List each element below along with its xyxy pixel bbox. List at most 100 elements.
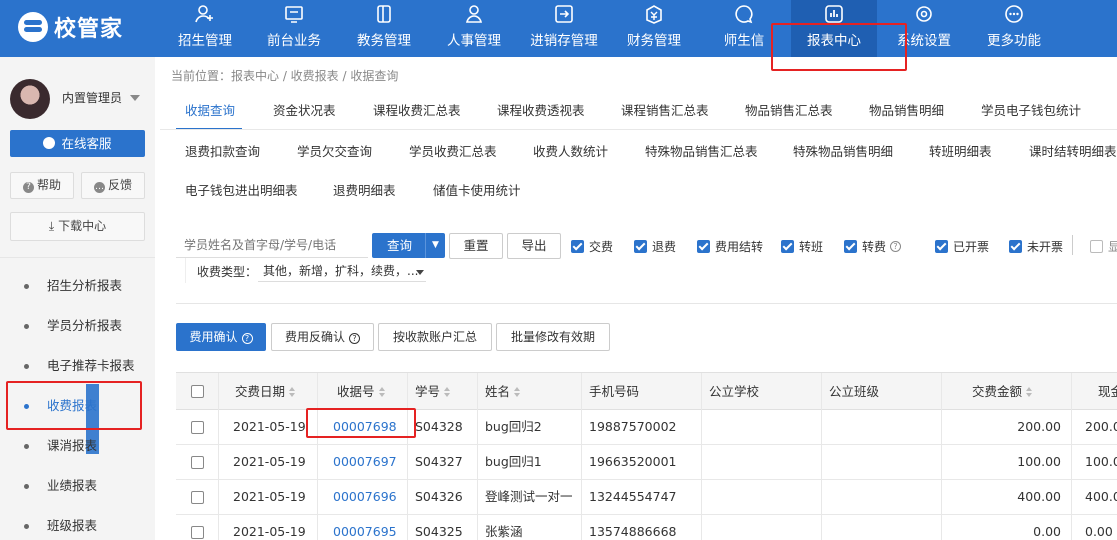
sidebar-item-enrollment-report[interactable]: 招生分析报表 <box>0 266 155 306</box>
tab-ewallet-flow[interactable]: 电子钱包进出明细表 <box>185 178 298 204</box>
tab-item-sales-summary[interactable]: 物品销售汇总表 <box>745 98 833 124</box>
row-checkbox[interactable] <box>191 491 204 504</box>
cell-date: 2021-05-19 <box>233 524 306 539</box>
cell-date: 2021-05-19 <box>233 419 306 434</box>
top-nav-bar: 校管家 招生管理 前台业务 教务管理 人事管理 进销存管理 财务管理 师生信 报… <box>0 0 1117 57</box>
nav-item-hr[interactable]: 人事管理 <box>431 0 517 57</box>
col-receipt[interactable]: 收据号 <box>337 373 386 410</box>
fee-confirm-label: 费用确认 <box>189 330 238 344</box>
chevron-down-icon[interactable] <box>130 95 140 101</box>
select-all-checkbox[interactable] <box>191 385 204 398</box>
tab-stored-card-stats[interactable]: 储值卡使用统计 <box>433 178 521 204</box>
tab-fund-status[interactable]: 资金状况表 <box>273 98 336 124</box>
cell-receipt-link[interactable]: 00007695 <box>333 515 397 540</box>
tab-refund-detail[interactable]: 退费明细表 <box>333 178 396 204</box>
batch-edit-validity-button[interactable]: 批量修改有效期 <box>496 323 610 351</box>
nav-item-finance[interactable]: 财务管理 <box>611 0 697 57</box>
checkbox-fee-carryover[interactable]: 费用结转 <box>697 238 763 254</box>
nav-item-inventory[interactable]: 进销存管理 <box>521 0 607 57</box>
checkbox-checked-icon <box>781 239 794 253</box>
sidebar-item-performance-report[interactable]: 业绩报表 <box>0 466 155 506</box>
nav-item-academic[interactable]: 教务管理 <box>341 0 427 57</box>
tab-ewallet-stats[interactable]: 学员电子钱包统计 <box>981 98 1081 124</box>
tab-course-sales-summary[interactable]: 课程销售汇总表 <box>621 98 709 124</box>
row-checkbox[interactable] <box>191 526 204 539</box>
row-checkbox[interactable] <box>191 456 204 469</box>
divider <box>0 257 155 258</box>
checkbox-refund[interactable]: 退费 <box>634 238 676 254</box>
fee-confirm-button[interactable]: 费用确认? <box>176 323 266 351</box>
search-input[interactable] <box>176 232 368 258</box>
tab-lesson-carryover[interactable]: 课时结转明细表 <box>1029 139 1117 165</box>
help-button[interactable]: ? 帮助 <box>10 172 74 199</box>
fee-type-value: 其他，新增，扩科，续费，... <box>263 264 419 278</box>
checkbox-unchecked-icon <box>1090 239 1103 253</box>
nav-item-enrollment[interactable]: 招生管理 <box>162 0 248 57</box>
tab-course-fee-summary[interactable]: 课程收费汇总表 <box>373 98 461 124</box>
feedback-button[interactable]: … 反馈 <box>81 172 145 199</box>
tab-student-arrears[interactable]: 学员欠交查询 <box>297 139 372 165</box>
divider <box>176 303 1117 304</box>
sidebar-item-consumption-report[interactable]: 课消报表 <box>0 426 155 466</box>
column-divider <box>1071 373 1072 540</box>
sidebar-item-class-report[interactable]: 班级报表 <box>0 506 155 540</box>
checkbox-not-invoiced[interactable]: 未开票 <box>1009 238 1063 254</box>
nav-label: 招生管理 <box>178 33 232 49</box>
checkbox-label: 转费 <box>862 239 887 254</box>
help-icon: ? <box>241 333 253 344</box>
tab-course-fee-pivot[interactable]: 课程收费透视表 <box>497 98 585 124</box>
tab-special-item-detail[interactable]: 特殊物品销售明细 <box>793 139 893 165</box>
row-checkbox[interactable] <box>191 421 204 434</box>
sidebar-item-student-report[interactable]: 学员分析报表 <box>0 306 155 346</box>
cell-receipt-link[interactable]: 00007697 <box>333 445 397 479</box>
checkbox-invoiced[interactable]: 已开票 <box>935 238 989 254</box>
fee-unconfirm-button[interactable]: 费用反确认? <box>271 323 374 351</box>
tab-item-sales-detail[interactable]: 物品销售明细 <box>869 98 944 124</box>
cell-phone: 13574886668 <box>589 524 677 539</box>
checkbox-class-transfer[interactable]: 转班 <box>781 238 823 254</box>
column-divider <box>317 373 318 540</box>
help-icon[interactable]: ? <box>890 240 902 252</box>
cell-receipt-link[interactable]: 00007696 <box>333 480 397 514</box>
tab-class-transfer-detail[interactable]: 转班明细表 <box>929 139 992 165</box>
cell-student-id: S04327 <box>415 454 463 469</box>
sidebar-item-ecard-report[interactable]: 电子推荐卡报表 <box>0 346 155 386</box>
tab-special-item-summary[interactable]: 特殊物品销售汇总表 <box>645 139 758 165</box>
avatar[interactable] <box>10 79 50 119</box>
tab-student-fee-summary[interactable]: 学员收费汇总表 <box>409 139 497 165</box>
checkbox-checked-icon <box>844 239 857 253</box>
tab-refund-deduction[interactable]: 退费扣款查询 <box>185 139 260 165</box>
chevron-down-icon <box>416 270 424 275</box>
column-divider <box>581 373 582 540</box>
sort-icon <box>289 387 296 397</box>
checkbox-payment[interactable]: 交费 <box>571 238 613 254</box>
nav-item-front-desk[interactable]: 前台业务 <box>251 0 337 57</box>
app-logo[interactable]: 校管家 <box>18 10 123 44</box>
checkbox-show[interactable]: 显 <box>1090 238 1117 254</box>
col-label: 收据号 <box>337 384 375 399</box>
query-button[interactable]: 查询 ▼ <box>372 233 445 258</box>
col-amount[interactable]: 交费金额 <box>972 373 1033 410</box>
nav-label: 教务管理 <box>357 33 411 49</box>
cell-date: 2021-05-19 <box>233 454 306 469</box>
tab-fee-headcount[interactable]: 收费人数统计 <box>533 139 608 165</box>
chat-bubble-icon <box>735 5 753 24</box>
book-icon <box>377 5 391 23</box>
summary-by-account-button[interactable]: 按收款账户汇总 <box>378 323 492 351</box>
cell-phone: 19887570002 <box>589 419 677 434</box>
nav-item-more[interactable]: 更多功能 <box>971 0 1057 57</box>
reset-button[interactable]: 重置 <box>449 233 503 259</box>
download-center-button[interactable]: ⤓ 下载中心 <box>10 212 145 241</box>
user-name[interactable]: 内置管理员 <box>62 89 122 106</box>
checkbox-fee-transfer[interactable]: 转费? <box>844 238 902 254</box>
tab-receipt-query[interactable]: 收据查询 <box>185 98 235 124</box>
divider <box>1072 235 1073 255</box>
fee-type-select[interactable]: 其他，新增，扩科，续费，... <box>258 262 426 282</box>
col-date[interactable]: 交费日期 <box>235 373 296 410</box>
col-name[interactable]: 姓名 <box>485 373 521 410</box>
col-student-id[interactable]: 学号 <box>415 373 451 410</box>
online-service-button[interactable]: 在线客服 <box>10 130 145 157</box>
export-button[interactable]: 导出 <box>507 233 561 259</box>
chevron-down-icon[interactable]: ▼ <box>425 233 445 258</box>
cell-cash: 100.00 <box>1085 454 1117 469</box>
